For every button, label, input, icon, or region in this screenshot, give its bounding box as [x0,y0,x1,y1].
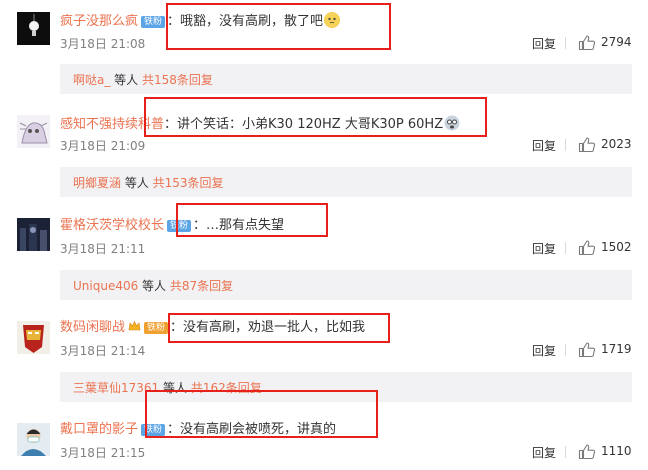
thread-users[interactable]: 三葉草仙17361 [73,381,159,395]
comment-username[interactable]: 戴口罩的影子 [60,422,138,437]
divider [565,446,566,458]
thread-users[interactable]: 明鄉夏涵 [73,176,121,190]
comment-line: 感知不强持续科普：讲个笑话：小弟K30 120HZ 大哥K30P 60HZ [60,115,460,133]
like-count: 2794 [601,35,632,49]
comment-username[interactable]: 霍格沃茨学校校长 [60,218,164,233]
divider [565,139,566,151]
like-count: 1502 [601,240,632,254]
comment-meta: 3月18日 21:08 回复 2794 [60,34,634,52]
comment-meta: 3月18日 21:14 回复 1719 [60,341,634,359]
comment-meta: 3月18日 21:11 回复 1502 [60,239,634,257]
comment-time: 3月18日 21:14 [60,344,146,358]
comment-line: 霍格沃茨学校校长 铁粉 ：…那有点失望 [60,218,284,234]
comment-time: 3月18日 21:11 [60,242,146,256]
reply-thread-summary[interactable]: 明鄉夏涵 等人 共153条回复 [60,167,632,197]
thread-mid: 等人 [121,176,153,190]
comment-time: 3月18日 21:09 [60,139,146,153]
comment-username[interactable]: 感知不强持续科普 [60,117,164,132]
comment-line: 戴口罩的影子 铁粉 ：没有高刷会被喷死，讲真的 [60,422,336,438]
comment-username[interactable]: 疯子没那么疯 [60,14,138,29]
like-button[interactable]: 2023 [578,136,648,154]
thread-mid: 等人 [159,381,191,395]
comment-line: 疯子没那么疯 铁粉 ：哦豁，没有高刷，散了吧 [60,12,341,30]
reply-button[interactable]: 回复 [532,35,556,52]
avatar[interactable] [17,218,50,251]
comment-meta: 3月18日 21:15 回复 1110 [60,443,634,461]
reply-thread-summary[interactable]: 三葉草仙17361 等人 共162条回复 [60,372,632,402]
comment-line: 数码闲聊战 铁粉 ：没有高刷，劝退一批人，比如我 [60,320,365,336]
divider [565,242,566,254]
avatar[interactable] [17,115,50,148]
thumbs-up-icon [578,35,596,51]
thumbs-up-icon [578,137,596,153]
comment-text: ：哦豁，没有高刷，散了吧 [167,14,324,29]
fan-badge: 铁粉 [141,16,166,28]
like-count: 1719 [601,342,632,356]
reply-button[interactable]: 回复 [532,444,556,461]
reply-button[interactable]: 回复 [532,342,556,359]
thread-users[interactable]: Unique406 [73,279,138,293]
avatar[interactable] [17,423,50,456]
reply-button[interactable]: 回复 [532,137,556,154]
thread-count[interactable]: 共162条回复 [191,381,262,395]
avatar[interactable] [17,12,50,45]
fan-badge: 铁粉 [167,220,192,232]
fan-badge: 铁粉 [141,424,166,436]
thumbs-up-icon [578,444,596,460]
comment-time: 3月18日 21:15 [60,446,146,460]
comment-text: ：没有高刷，劝退一批人，比如我 [170,320,366,335]
comment-username[interactable]: 数码闲聊战 [60,320,125,335]
thumbs-up-icon [578,342,596,358]
fan-badge: 铁粉 [144,322,169,334]
thread-mid: 等人 [110,73,142,87]
comment-text: ：没有高刷会被喷死，讲真的 [167,422,337,437]
like-button[interactable]: 2794 [578,34,648,52]
comment-text: ：…那有点失望 [193,218,285,233]
thumbs-up-icon [578,240,596,256]
like-button[interactable]: 1719 [578,341,648,359]
comment-text: ：讲个笑话：小弟K30 120HZ 大哥K30P 60HZ [164,117,444,132]
emoji-face-icon [444,115,460,131]
thread-users[interactable]: 啊哒a_ [73,73,110,87]
like-button[interactable]: 1110 [578,443,648,461]
emoji-face-icon [324,12,341,28]
thread-count[interactable]: 共87条回复 [170,279,233,293]
thread-count[interactable]: 共158条回复 [142,73,213,87]
like-button[interactable]: 1502 [578,239,648,257]
reply-thread-summary[interactable]: 啊哒a_ 等人 共158条回复 [60,64,632,94]
reply-thread-summary[interactable]: Unique406 等人 共87条回复 [60,270,632,300]
avatar[interactable] [17,321,50,354]
like-count: 2023 [601,137,632,151]
comment-time: 3月18日 21:08 [60,37,146,51]
thread-mid: 等人 [138,279,170,293]
crown-icon [128,320,141,332]
like-count: 1110 [601,444,632,458]
divider [565,37,566,49]
reply-button[interactable]: 回复 [532,240,556,257]
divider [565,344,566,356]
comment-meta: 3月18日 21:09 回复 2023 [60,136,634,154]
thread-count[interactable]: 共153条回复 [153,176,224,190]
